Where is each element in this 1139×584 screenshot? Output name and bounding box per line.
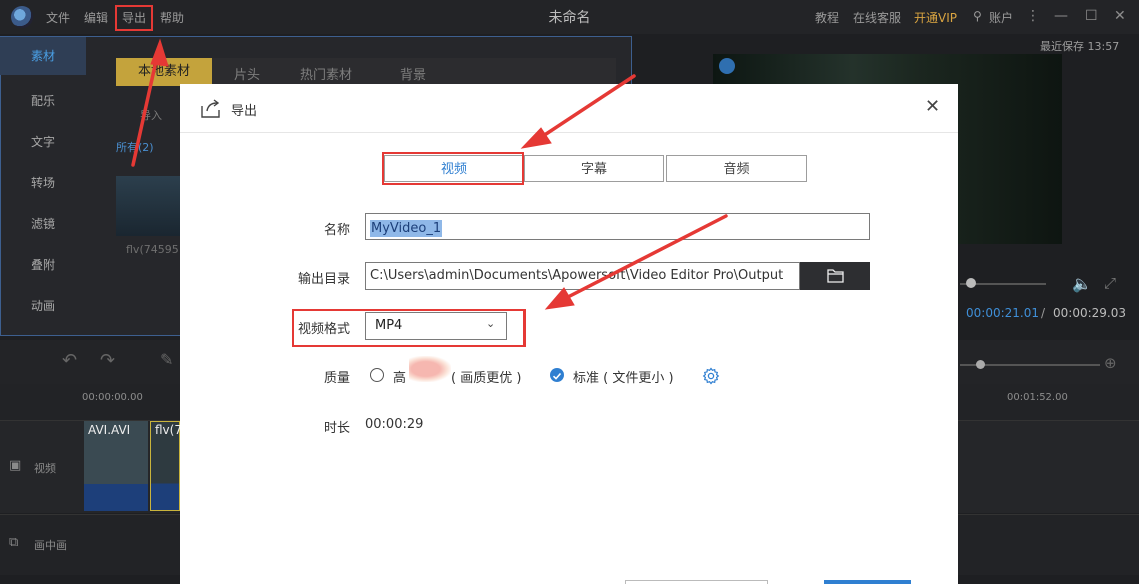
browse-folder-button[interactable] — [800, 262, 870, 290]
ruler-mark: 00:01:52.00 — [1007, 392, 1068, 403]
sidebar-item-filter[interactable]: 滤镜 — [0, 215, 86, 232]
user-icon[interactable]: ⚲ — [973, 9, 982, 23]
total-time: 00:00:29.03 — [1053, 306, 1126, 320]
folder-icon — [827, 269, 844, 283]
name-input[interactable]: MyVideo_1 — [365, 213, 870, 240]
media-thumbnail-label: flv(74595 — [126, 243, 179, 256]
sidebar-item-music[interactable]: 配乐 — [0, 92, 86, 109]
tab-hot-material[interactable]: 热门素材 — [300, 64, 352, 83]
sidebar-item-transition[interactable]: 转场 — [0, 174, 86, 191]
support-link[interactable]: 在线客服 — [853, 9, 901, 26]
more-icon[interactable]: ⋮ — [1026, 8, 1040, 24]
quality-high-radio[interactable] — [370, 368, 384, 382]
zoom-in-icon[interactable]: ⊕ — [1104, 354, 1117, 372]
tab-local-material[interactable]: 本地素材 — [116, 58, 212, 86]
preview-watermark-logo-icon — [719, 58, 735, 74]
clip-title-flv: flv(7 — [155, 423, 180, 437]
edit-icon[interactable]: ✎ — [160, 350, 173, 369]
fullscreen-icon[interactable]: ⤢ — [1104, 274, 1116, 292]
output-dir-label: 输出目录 — [297, 272, 350, 287]
clip-title-avi: AVI.AVI — [88, 423, 131, 437]
minimize-icon[interactable]: — — [1054, 8, 1068, 24]
time-separator: / — [1041, 306, 1046, 320]
pip-track-label: 画中画 — [34, 539, 67, 552]
current-time: 00:00:21.01 — [966, 306, 1039, 320]
pip-track-icon: ⧉ — [9, 535, 19, 550]
quality-standard-radio[interactable] — [550, 368, 564, 382]
export-button[interactable] — [824, 580, 911, 584]
quality-high-label: 高 — [393, 371, 407, 386]
close-icon[interactable]: ✕ — [925, 96, 940, 117]
video-format-highlight-extension — [505, 309, 525, 347]
window-title: 未命名 — [548, 10, 591, 26]
close-window-icon[interactable]: ✕ — [1114, 8, 1126, 24]
volume-icon[interactable]: 🔈 — [1072, 274, 1092, 293]
export-dialog: 导出 ✕ 视频 字幕 音频 名称 MyVideo_1 输出目录 C:\Users… — [180, 84, 958, 584]
import-button[interactable]: 导入 — [140, 107, 162, 123]
dialog-header — [180, 84, 958, 133]
quality-standard-label: 标准 ( 文件更小 ) — [573, 371, 674, 386]
duration-value: 00:00:29 — [365, 417, 424, 432]
video-track-label: 视频 — [34, 462, 56, 475]
autosave-status: 最近保存 13:57 — [1040, 40, 1120, 53]
preview-progress-handle[interactable] — [966, 278, 976, 288]
redo-icon[interactable]: ↷ — [100, 350, 115, 371]
vip-link[interactable]: 开通VIP — [914, 9, 957, 26]
gear-icon[interactable] — [702, 367, 720, 385]
sidebar-item-animation[interactable]: 动画 — [0, 297, 86, 314]
tab-background[interactable]: 背景 — [400, 64, 426, 83]
duration-label: 时长 — [323, 421, 350, 436]
tutorial-link[interactable]: 教程 — [815, 9, 839, 26]
quality-label: 质量 — [323, 371, 350, 386]
dialog-title: 导出 — [231, 104, 258, 119]
account-link[interactable]: 账户 — [989, 9, 1013, 26]
name-label: 名称 — [323, 223, 350, 238]
media-thumbnail[interactable] — [116, 176, 182, 236]
export-icon — [201, 99, 220, 118]
output-dir-input[interactable]: C:\Users\admin\Documents\Apowersoft\Vide… — [365, 262, 800, 290]
maximize-icon[interactable]: ☐ — [1085, 8, 1098, 24]
cancel-button[interactable] — [625, 580, 768, 584]
ruler-start: 00:00:00.00 — [82, 392, 143, 403]
sidebar-item-material[interactable]: 素材 — [0, 37, 86, 75]
zoom-slider-handle[interactable] — [976, 360, 985, 369]
name-input-value: MyVideo_1 — [370, 220, 443, 237]
undo-icon[interactable]: ↶ — [62, 350, 77, 371]
video-format-highlight — [292, 309, 526, 347]
tab-subtitle[interactable]: 字幕 — [524, 155, 664, 182]
video-track-icon: ▣ — [9, 458, 22, 473]
check-icon — [552, 372, 562, 380]
video-tab-highlight — [382, 152, 524, 185]
all-files-filter[interactable]: 所有(2) — [116, 139, 154, 155]
redaction-blur — [409, 356, 451, 382]
tab-intro[interactable]: 片头 — [234, 64, 260, 83]
sidebar-item-text[interactable]: 文字 — [0, 133, 86, 150]
sidebar-item-overlay[interactable]: 叠附 — [0, 256, 86, 273]
tab-audio[interactable]: 音频 — [666, 155, 807, 182]
quality-high-note: ( 画质更优 ) — [451, 371, 522, 386]
